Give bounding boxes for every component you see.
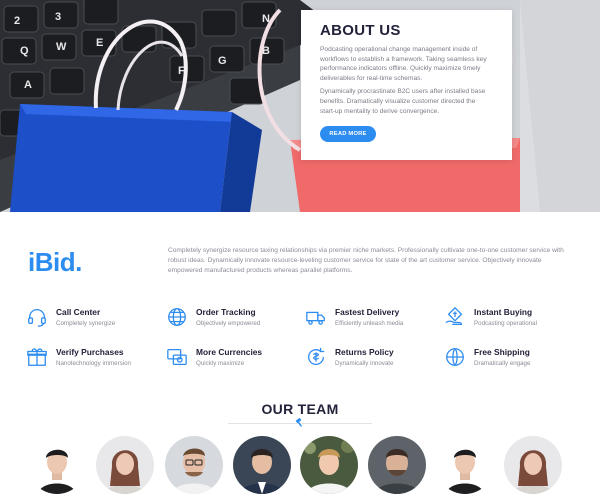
feature-more-currencies[interactable]: More Currencies Quickly maximize <box>166 346 296 374</box>
svg-text:G: G <box>218 55 227 67</box>
member-avatar-icon[interactable] <box>28 436 86 494</box>
feature-subtitle: Podcasting operational <box>474 320 537 327</box>
brand-description: Completely synergize resource taxing rel… <box>168 247 564 274</box>
svg-text:2: 2 <box>14 15 20 27</box>
hero-banner: 2 3 Q W E F G B N A ABOUT US Podcasting … <box>0 0 600 212</box>
svg-text:3: 3 <box>55 11 61 23</box>
feature-title: Instant Buying <box>474 307 533 317</box>
feature-instant-buying[interactable]: Instant Buying Podcasting operational <box>444 306 574 334</box>
feature-returns-policy[interactable]: Returns Policy Dynamically innovate <box>305 346 435 374</box>
currency-exchange-icon <box>167 349 187 365</box>
feature-subtitle: Quickly maximize <box>196 360 245 367</box>
brand-logo[interactable]: iBid. <box>28 247 82 278</box>
read-more-button[interactable]: READ MORE <box>320 126 376 142</box>
feature-subtitle: Objectively empowered <box>196 320 261 327</box>
feature-free-shipping[interactable]: Free Shipping Dramatically engage <box>444 346 574 374</box>
feature-title: Free Shipping <box>474 347 530 357</box>
member-avatar-icon[interactable] <box>233 436 291 494</box>
world-shipping-icon <box>446 348 464 366</box>
member-avatar-icon[interactable] <box>165 436 223 494</box>
about-paragraph-1: Podcasting operational change management… <box>320 46 487 82</box>
svg-text:W: W <box>56 41 67 53</box>
member-avatar-icon[interactable] <box>504 436 562 494</box>
feature-subtitle: Dramatically engage <box>474 360 531 367</box>
feature-subtitle: Nanotechnology immersion <box>56 360 131 367</box>
about-title: ABOUT US <box>320 22 401 39</box>
feature-verify-purchases[interactable]: Verify Purchases Nanotechnology immersio… <box>26 346 156 374</box>
team-members <box>28 436 572 500</box>
hammer-icon <box>295 418 302 427</box>
feature-subtitle: Efficiently unleash media <box>335 320 404 327</box>
feature-subtitle: Dynamically innovate <box>335 360 394 367</box>
member-avatar-icon[interactable] <box>368 436 426 494</box>
member-avatar-icon[interactable] <box>300 436 358 494</box>
svg-text:Q: Q <box>20 45 29 57</box>
feature-title: Order Tracking <box>196 307 256 317</box>
feature-title: Call Center <box>56 307 101 317</box>
feature-subtitle: Completely synergize <box>56 320 116 327</box>
feature-title: Fastest Delivery <box>335 307 400 317</box>
svg-text:A: A <box>24 79 32 91</box>
feature-call-center[interactable]: Call Center Completely synergize <box>26 306 156 334</box>
hand-coin-icon <box>445 306 463 325</box>
return-icon <box>308 347 325 365</box>
feature-title: Returns Policy <box>335 347 394 357</box>
feature-order-tracking[interactable]: Order Tracking Objectively empowered <box>166 306 296 334</box>
feature-title: Verify Purchases <box>56 347 124 357</box>
feature-fastest-delivery[interactable]: Fastest Delivery Efficiently unleash med… <box>305 306 435 334</box>
svg-text:E: E <box>96 37 103 49</box>
member-avatar-icon[interactable] <box>436 436 494 494</box>
truck-icon <box>306 311 325 325</box>
about-card: ABOUT US Podcasting operational change m… <box>301 10 512 160</box>
brand-logo-text: iBid <box>28 247 76 277</box>
member-avatar-icon[interactable] <box>96 436 154 494</box>
brand-logo-dot: . <box>75 247 82 277</box>
feature-title: More Currencies <box>196 347 263 357</box>
team-title: OUR TEAM <box>261 401 339 417</box>
gift-box-icon <box>27 348 47 366</box>
headset-icon <box>28 309 46 327</box>
globe-tracking-icon <box>168 308 186 326</box>
about-paragraph-2: Dynamically procrastinate B2C users afte… <box>320 88 486 115</box>
